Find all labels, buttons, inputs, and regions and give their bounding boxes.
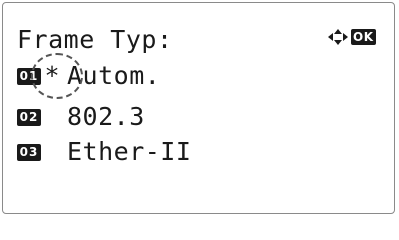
option-number-badge: 01 bbox=[17, 67, 41, 85]
option-label: Ether-II bbox=[67, 137, 192, 166]
screen-title: Frame Typ: bbox=[17, 25, 173, 54]
option-label: Autom. bbox=[67, 61, 161, 90]
option-802-3[interactable]: 02 802.3 bbox=[17, 102, 145, 132]
option-ether-ii[interactable]: 03 Ether-II bbox=[17, 137, 191, 167]
option-label: 802.3 bbox=[67, 102, 145, 131]
navigation-hint: OK bbox=[328, 29, 376, 45]
option-number-badge: 02 bbox=[17, 108, 41, 126]
up-down-arrows-icon bbox=[328, 29, 348, 45]
option-autom[interactable]: 01 * Autom. bbox=[17, 61, 160, 91]
selected-marker: * bbox=[44, 61, 60, 90]
panel-display: Frame Typ: OK 01 * Autom. 02 802.3 03 Et… bbox=[2, 2, 395, 214]
ok-key-icon: OK bbox=[351, 29, 376, 45]
option-number-badge: 03 bbox=[17, 143, 41, 161]
